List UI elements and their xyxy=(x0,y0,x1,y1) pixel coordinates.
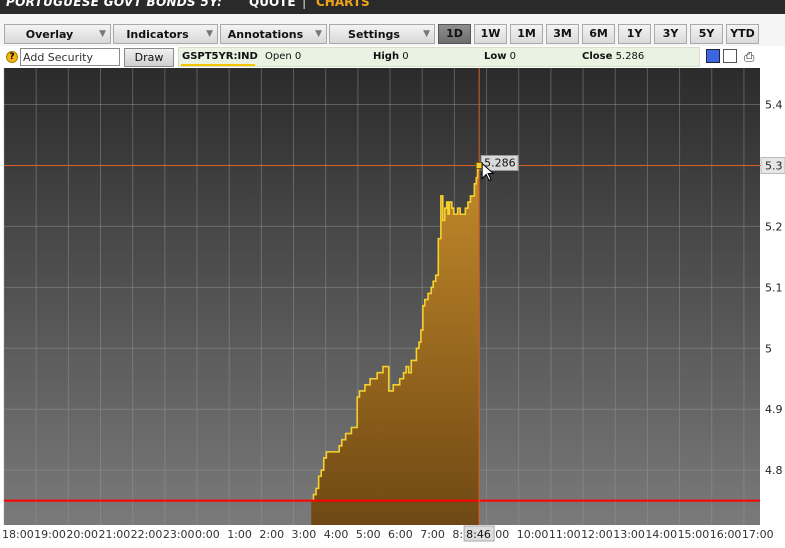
x-tick-label: 1:00 xyxy=(227,528,252,541)
range-3m-button[interactable]: 3M xyxy=(546,24,579,44)
x-tick-label: 22:00 xyxy=(131,528,163,541)
x-tick-label: 11:00 xyxy=(549,528,581,541)
chevron-down-icon: ▼ xyxy=(423,29,430,39)
crosshair-time-label: 8:46 xyxy=(466,528,491,541)
annotations-dropdown-label: Annotations xyxy=(227,28,304,41)
x-tick-label: 0:00 xyxy=(195,528,220,541)
settings-dropdown[interactable]: Settings ▼ xyxy=(329,24,435,44)
x-tick-label: 4:00 xyxy=(324,528,349,541)
crosshair-point-marker xyxy=(475,161,483,169)
x-tick-label: 19:00 xyxy=(34,528,66,541)
price-chart-svg[interactable]: 5.45.35.25.154.94.818:00 19:00 20:00 21:00 2… xyxy=(0,68,785,548)
indicators-dropdown[interactable]: Indicators ▼ xyxy=(113,24,218,44)
draw-button[interactable]: Draw xyxy=(124,48,174,67)
security-row: ? Draw GSPT5YR:IND Open 0 High 0 Low 0 C… xyxy=(0,46,785,68)
settings-dropdown-label: Settings xyxy=(348,28,400,41)
x-tick-label: 12:00 xyxy=(581,528,613,541)
x-tick-label: 18:00 xyxy=(2,528,34,541)
x-tick-label: 20:00 xyxy=(66,528,98,541)
x-tick-label: 2:00 xyxy=(259,528,284,541)
x-tick-label: 5:00 xyxy=(356,528,381,541)
range-1m-button[interactable]: 1M xyxy=(510,24,543,44)
x-tick-label: 23:00 xyxy=(163,528,195,541)
range-ytd-button[interactable]: YTD xyxy=(726,24,759,44)
y-tick-label: 4.8 xyxy=(765,464,783,477)
title-separator: | xyxy=(302,0,307,9)
page-title: PORTUGUESE GOVT BONDS 5Y: xyxy=(6,0,223,9)
close-label: Close xyxy=(582,51,613,62)
chevron-down-icon: ▼ xyxy=(206,29,213,39)
y-tick-label: 5.2 xyxy=(765,220,783,233)
x-tick-label: 6:00 xyxy=(388,528,413,541)
quote-link[interactable]: QUOTE xyxy=(249,0,296,9)
chevron-down-icon: ▼ xyxy=(99,29,106,39)
y-tick-label: 4.9 xyxy=(765,403,783,416)
y-axis-crosshair-label: 5.3 xyxy=(765,159,783,172)
title-bar: PORTUGUESE GOVT BONDS 5Y: QUOTE | CHARTS xyxy=(0,0,785,14)
x-tick-label: 15:00 xyxy=(678,528,710,541)
x-tick-label: 3:00 xyxy=(292,528,317,541)
overlay-dropdown-label: Overlay xyxy=(25,28,74,41)
x-tick-label: 13:00 xyxy=(613,528,645,541)
overlay-dropdown[interactable]: Overlay ▼ xyxy=(4,24,111,44)
x-tick-label: 21:00 xyxy=(99,528,131,541)
close-value: 5.286 xyxy=(615,51,645,62)
security-info-bar: GSPT5YR:IND Open 0 High 0 Low 0 Close 5.… xyxy=(178,47,700,67)
x-tick-label: 14:00 xyxy=(645,528,677,541)
color-mode-white-button[interactable] xyxy=(723,49,737,63)
ticker-symbol: GSPT5YR:IND xyxy=(182,51,258,62)
range-1d-button[interactable]: 1D xyxy=(438,24,471,44)
chart-toolbar: Overlay ▼ Indicators ▼ Annotations ▼ Set… xyxy=(0,14,785,46)
printer-icon[interactable]: ⎙ xyxy=(744,50,754,65)
low-value: 0 xyxy=(509,51,517,62)
indicators-dropdown-label: Indicators xyxy=(126,28,189,41)
crosshair-value-label: 5.286 xyxy=(484,156,516,169)
x-tick-label: 10:00 xyxy=(517,528,549,541)
open-label: Open xyxy=(265,51,292,62)
add-security-input[interactable] xyxy=(20,48,120,66)
chevron-down-icon: ▼ xyxy=(315,29,322,39)
high-value: 0 xyxy=(402,51,409,62)
price-chart[interactable]: 5.4 5.3 5.2 5.1 5 4.9 4.8 18:00 19:00 20:00 21:00 2… xyxy=(0,68,785,548)
charts-link[interactable]: CHARTS xyxy=(316,0,370,9)
high-label: High xyxy=(373,51,400,62)
color-mode-blue-button[interactable] xyxy=(706,49,720,63)
y-tick-label: 5.4 xyxy=(765,99,783,112)
open-value: 0 xyxy=(294,51,302,62)
range-6m-button[interactable]: 6M xyxy=(582,24,615,44)
range-3y-button[interactable]: 3Y xyxy=(654,24,687,44)
y-tick-label: 5 xyxy=(765,342,772,355)
range-1y-button[interactable]: 1Y xyxy=(618,24,651,44)
series-color-swatch xyxy=(181,64,255,66)
y-tick-label: 5.1 xyxy=(765,281,783,294)
range-1w-button[interactable]: 1W xyxy=(474,24,507,44)
x-tick-label: 7:00 xyxy=(420,528,445,541)
range-5y-button[interactable]: 5Y xyxy=(690,24,723,44)
low-label: Low xyxy=(484,51,507,62)
x-tick-label: 16:00 xyxy=(710,528,742,541)
x-tick-label: 17:00 xyxy=(742,528,774,541)
question-icon[interactable]: ? xyxy=(6,51,18,63)
annotations-dropdown[interactable]: Annotations ▼ xyxy=(220,24,327,44)
